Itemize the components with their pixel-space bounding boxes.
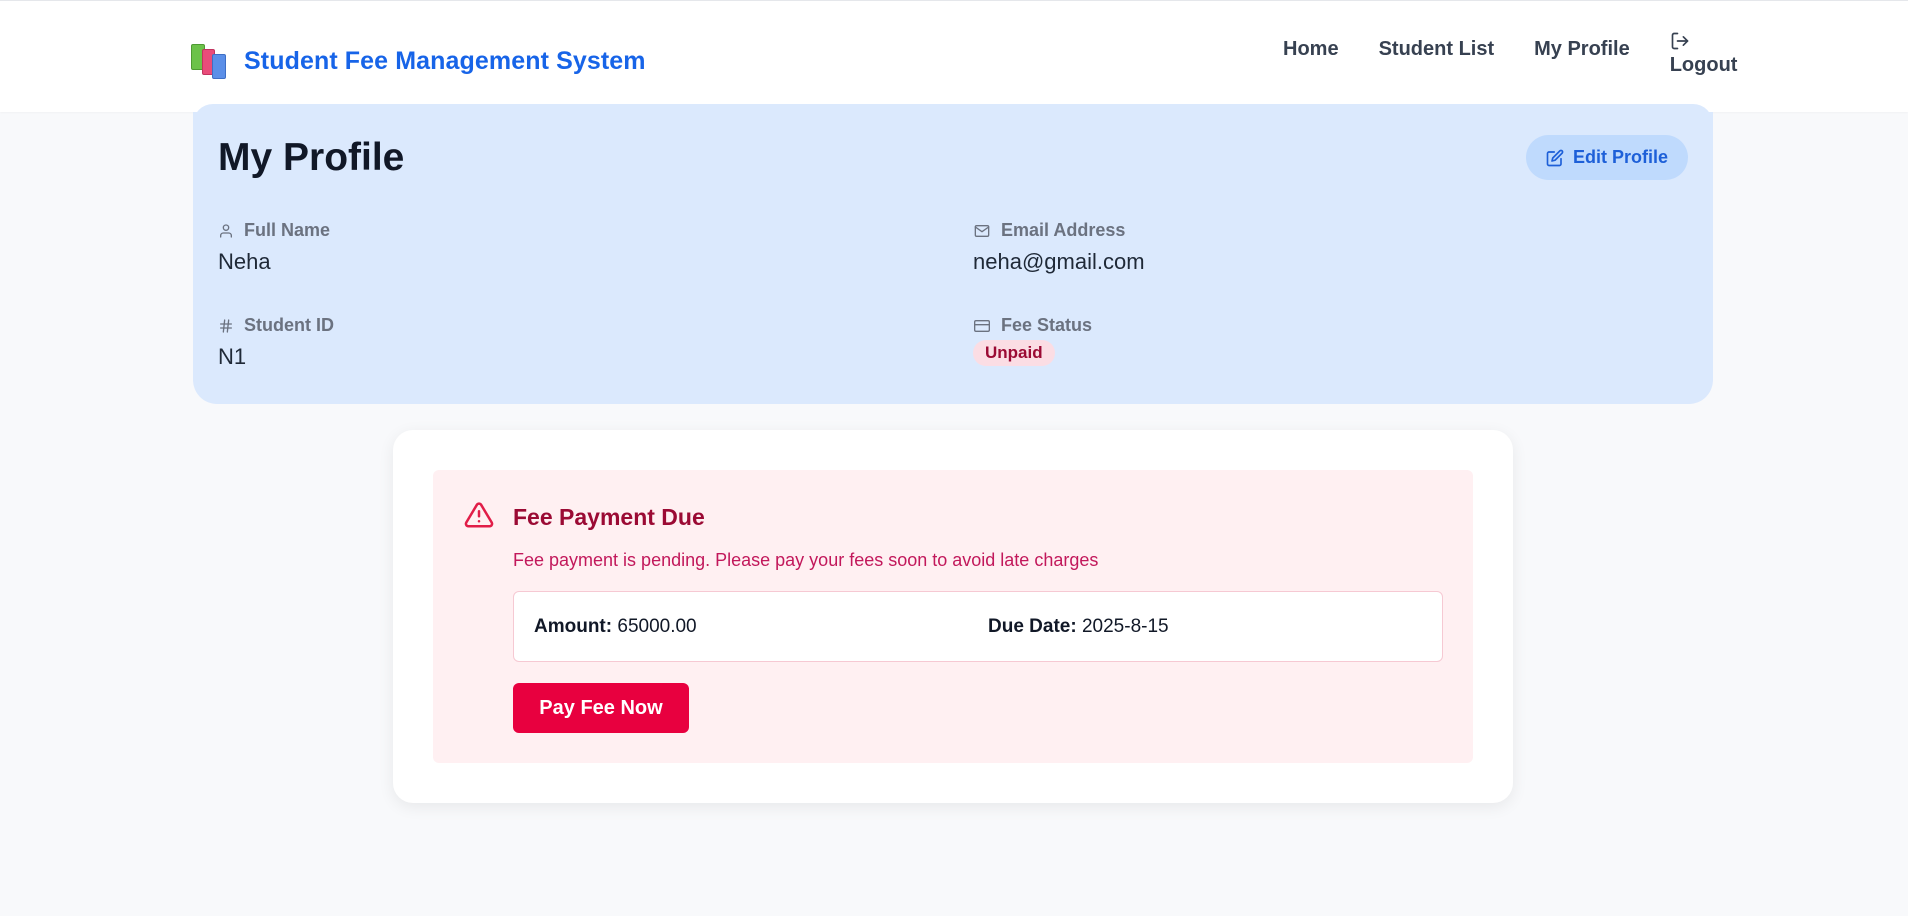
edit-icon (1546, 149, 1564, 166)
page-title: My Profile (218, 136, 405, 179)
brand[interactable]: Student Fee Management System (190, 41, 646, 81)
edit-profile-button[interactable]: Edit Profile (1525, 135, 1688, 180)
amount-info: Amount: 65000.00 (534, 616, 697, 638)
due-date-label: Due Date: (988, 616, 1077, 637)
fee-status-field: Fee Status Unpaid (973, 315, 1092, 366)
status-badge: Unpaid (973, 340, 1055, 366)
amount-label: Amount: (534, 616, 613, 637)
due-date-info: Due Date: 2025-8-15 (988, 616, 1169, 638)
fee-due-alert: Fee Payment Due Fee payment is pending. … (433, 470, 1473, 763)
fee-details-box: Amount: 65000.00 Due Date: 2025-8-15 (513, 591, 1443, 662)
student-id-label: Student ID (244, 315, 334, 335)
full-name-value: Neha (218, 249, 271, 274)
fee-card: Fee Payment Due Fee payment is pending. … (393, 430, 1513, 803)
hash-icon (220, 318, 232, 333)
nav-student-list[interactable]: Student List (1379, 31, 1495, 61)
top-navbar: Student Fee Management System Home Stude… (0, 0, 1908, 112)
email-value: neha@gmail.com (973, 249, 1145, 274)
logout-button[interactable]: Logout (1669, 31, 1738, 77)
amount-value: 65000.00 (617, 616, 697, 637)
due-date-value: 2025-8-15 (1081, 616, 1169, 637)
full-name-label: Full Name (244, 220, 331, 240)
brand-title[interactable]: Student Fee Management System (244, 47, 646, 76)
nav-my-profile[interactable]: My Profile (1534, 31, 1630, 61)
books-logo-icon (190, 41, 230, 81)
alert-message: Fee payment is pending. Please pay your … (513, 550, 1099, 570)
main-nav: Home Student List My Profile Logout (1283, 31, 1737, 77)
student-id-field: Student ID N1 (218, 315, 334, 370)
mail-icon (974, 224, 990, 237)
warning-triangle-icon (464, 502, 494, 528)
profile-card: My Profile Edit Profile Full Name Neha E… (193, 104, 1713, 404)
logout-icon (1671, 32, 1689, 50)
nav-home[interactable]: Home (1283, 31, 1339, 61)
user-icon (220, 223, 232, 238)
student-id-value: N1 (218, 344, 247, 369)
fee-status-label: Fee Status (1001, 315, 1093, 335)
logout-label: Logout (1669, 54, 1738, 76)
pay-fee-button[interactable]: Pay Fee Now (513, 683, 689, 733)
credit-card-icon (974, 319, 990, 332)
email-field: Email Address neha@gmail.com (973, 220, 1145, 275)
edit-profile-label: Edit Profile (1572, 147, 1668, 167)
email-label: Email Address (1001, 220, 1126, 240)
alert-title: Fee Payment Due (513, 504, 705, 530)
full-name-field: Full Name Neha (218, 220, 330, 275)
